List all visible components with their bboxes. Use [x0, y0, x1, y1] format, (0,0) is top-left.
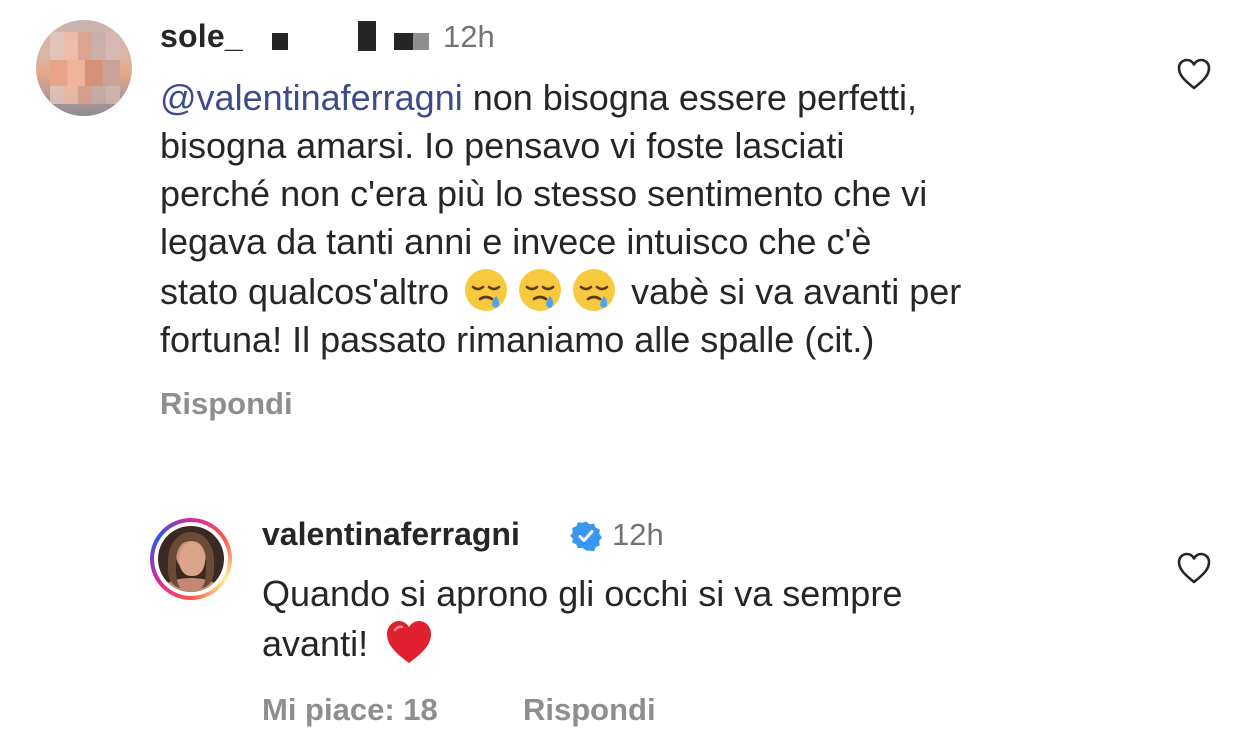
comment-text-line: Quando si aprono gli occhi si va sempre [262, 573, 903, 614]
comment-body: @valentinaferragni non bisogna essere pe… [160, 74, 1150, 364]
heart-outline-icon[interactable] [1176, 551, 1212, 585]
comment-body: Quando si aprono gli occhi si va sempre a… [262, 570, 1142, 668]
comment-text-line: bisogna amarsi. Io pensavo vi foste lasc… [160, 125, 845, 166]
redaction-block [394, 33, 414, 50]
redaction-block [272, 33, 288, 50]
comment-text-line: perché non c'era più lo stesso sentiment… [160, 173, 928, 214]
redaction-block [413, 33, 429, 50]
avatar-story-ring[interactable] [150, 518, 232, 600]
comment-username[interactable]: sole_ [160, 18, 243, 55]
comment-timestamp: 12h [612, 517, 664, 552]
comment-text-line: vabè si va avanti per [621, 271, 962, 312]
sleepy-face-emoji [573, 269, 616, 311]
sleepy-face-emoji [519, 269, 562, 311]
avatar [158, 526, 224, 592]
reply-button[interactable]: Rispondi [523, 692, 656, 728]
comment-text-line: stato qualcos'altro [160, 271, 450, 312]
likes-count[interactable]: Mi piace: 18 [262, 692, 438, 728]
comment-text-line: avanti! [262, 623, 369, 664]
avatar-blur [50, 60, 120, 86]
mention-link[interactable]: @valentinaferragni [160, 77, 463, 118]
comment-text-line: legava da tanti anni e invece intuisco c… [160, 221, 872, 262]
comment-text-line: non bisogna essere perfetti, [462, 77, 918, 118]
sleepy-face-emoji [465, 269, 508, 311]
comment-text-line: fortuna! Il passato rimaniamo alle spall… [160, 319, 875, 360]
heart-outline-icon[interactable] [1176, 57, 1212, 91]
comment-timestamp: 12h [443, 19, 495, 54]
comment-username[interactable]: valentinaferragni [262, 516, 520, 553]
red-heart-emoji [387, 621, 432, 663]
redaction-block [358, 21, 376, 51]
reply-button[interactable]: Rispondi [160, 386, 293, 422]
verified-badge-icon [570, 521, 602, 552]
avatar[interactable] [36, 20, 132, 116]
